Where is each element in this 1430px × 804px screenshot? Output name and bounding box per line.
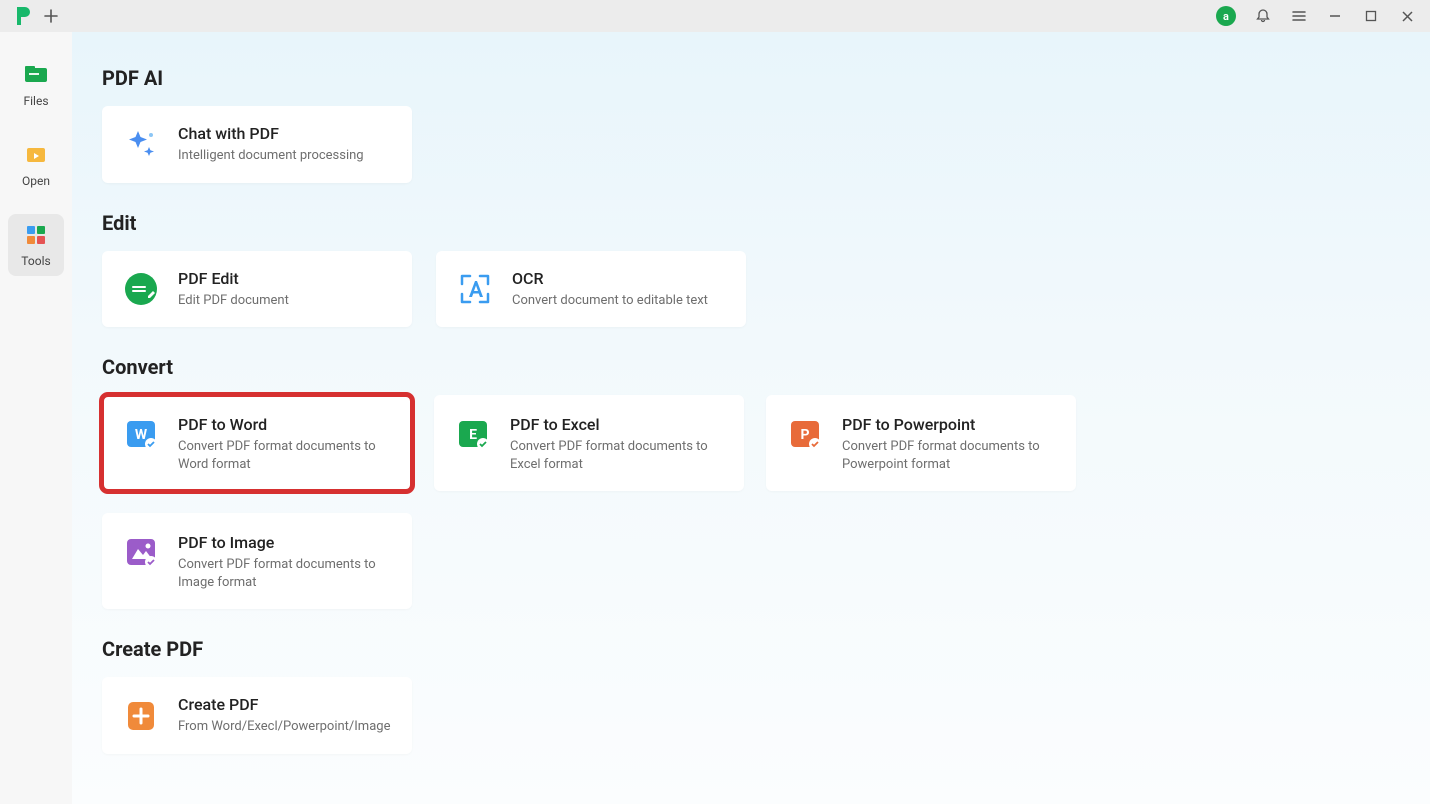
- svg-text:P: P: [800, 427, 809, 443]
- section-convert: Convert W PDF to Word Convert PDF format…: [102, 355, 1400, 609]
- pdf-edit-icon: [122, 270, 160, 308]
- card-texts: PDF to Excel Convert PDF format document…: [510, 415, 724, 473]
- card-title: PDF to Image: [178, 533, 392, 552]
- sparkle-icon: [122, 125, 160, 163]
- card-title: Chat with PDF: [178, 124, 364, 143]
- card-title: PDF to Excel: [510, 415, 724, 434]
- open-icon: [23, 142, 49, 168]
- tools-icon: [23, 222, 49, 248]
- svg-text:E: E: [469, 427, 477, 443]
- card-texts: OCR Convert document to editable text: [512, 269, 708, 310]
- sidebar: Files Open Tools: [0, 32, 72, 804]
- section-heading: Convert: [102, 355, 1400, 379]
- create-pdf-icon: [122, 697, 160, 735]
- card-desc: Convert PDF format documents to Powerpoi…: [842, 438, 1056, 473]
- card-desc: Convert PDF format documents to Word for…: [178, 438, 392, 473]
- close-button[interactable]: [1398, 7, 1416, 25]
- files-icon: [23, 62, 49, 88]
- card-texts: PDF Edit Edit PDF document: [178, 269, 289, 310]
- new-tab-button[interactable]: [42, 7, 60, 25]
- powerpoint-icon: P: [786, 415, 824, 453]
- card-create-pdf[interactable]: Create PDF From Word/Execl/Powerpoint/Im…: [102, 677, 412, 754]
- card-row: Chat with PDF Intelligent document proce…: [102, 106, 1400, 183]
- card-title: OCR: [512, 269, 708, 288]
- card-texts: PDF to Image Convert PDF format document…: [178, 533, 392, 591]
- section-heading: Edit: [102, 211, 1400, 235]
- section-create-pdf: Create PDF Create PDF From Word/Execl/Po…: [102, 637, 1400, 754]
- notifications-icon[interactable]: [1254, 7, 1272, 25]
- card-ocr[interactable]: OCR Convert document to editable text: [436, 251, 746, 328]
- card-title: Create PDF: [178, 695, 390, 714]
- card-row: W PDF to Word Convert PDF format documen…: [102, 395, 1400, 609]
- card-pdf-edit[interactable]: PDF Edit Edit PDF document: [102, 251, 412, 328]
- card-desc: Edit PDF document: [178, 292, 289, 310]
- titlebar-left: [0, 5, 60, 27]
- sidebar-item-label: Open: [22, 174, 50, 188]
- section-edit: Edit PDF Edit Edit PDF document: [102, 211, 1400, 328]
- user-avatar[interactable]: a: [1216, 6, 1236, 26]
- titlebar-right: a: [1216, 6, 1430, 26]
- card-title: PDF Edit: [178, 269, 289, 288]
- section-heading: Create PDF: [102, 637, 1400, 661]
- card-pdf-to-image[interactable]: PDF to Image Convert PDF format document…: [102, 513, 412, 609]
- titlebar: a: [0, 0, 1430, 32]
- card-texts: Chat with PDF Intelligent document proce…: [178, 124, 364, 165]
- card-row: PDF Edit Edit PDF document OCR Convert d…: [102, 251, 1400, 328]
- card-pdf-to-word[interactable]: W PDF to Word Convert PDF format documen…: [102, 395, 412, 491]
- app-logo-icon: [12, 5, 34, 27]
- main-row: Files Open Tools PDF AI: [0, 32, 1430, 804]
- card-desc: Intelligent document processing: [178, 147, 364, 165]
- card-desc: Convert document to editable text: [512, 292, 708, 310]
- sidebar-item-label: Files: [23, 94, 48, 108]
- card-desc: From Word/Execl/Powerpoint/Image: [178, 718, 390, 736]
- card-title: PDF to Word: [178, 415, 392, 434]
- card-title: PDF to Powerpoint: [842, 415, 1056, 434]
- maximize-button[interactable]: [1362, 7, 1380, 25]
- card-chat-with-pdf[interactable]: Chat with PDF Intelligent document proce…: [102, 106, 412, 183]
- image-icon: [122, 533, 160, 571]
- sidebar-item-files[interactable]: Files: [8, 54, 64, 116]
- card-texts: PDF to Word Convert PDF format documents…: [178, 415, 392, 473]
- word-icon: W: [122, 415, 160, 453]
- menu-icon[interactable]: [1290, 7, 1308, 25]
- section-heading: PDF AI: [102, 66, 1400, 90]
- card-desc: Convert PDF format documents to Excel fo…: [510, 438, 724, 473]
- card-desc: Convert PDF format documents to Image fo…: [178, 556, 392, 591]
- card-pdf-to-powerpoint[interactable]: P PDF to Powerpoint Convert PDF format d…: [766, 395, 1076, 491]
- minimize-button[interactable]: [1326, 7, 1344, 25]
- sidebar-item-tools[interactable]: Tools: [8, 214, 64, 276]
- section-pdf-ai: PDF AI Chat with PDF Intelligent documen…: [102, 66, 1400, 183]
- card-pdf-to-excel[interactable]: E PDF to Excel Convert PDF format docume…: [434, 395, 744, 491]
- excel-icon: E: [454, 415, 492, 453]
- ocr-icon: [456, 270, 494, 308]
- card-texts: Create PDF From Word/Execl/Powerpoint/Im…: [178, 695, 390, 736]
- card-texts: PDF to Powerpoint Convert PDF format doc…: [842, 415, 1056, 473]
- card-row: Create PDF From Word/Execl/Powerpoint/Im…: [102, 677, 1400, 754]
- content-area: PDF AI Chat with PDF Intelligent documen…: [72, 32, 1430, 804]
- sidebar-item-open[interactable]: Open: [8, 134, 64, 196]
- sidebar-item-label: Tools: [21, 254, 50, 268]
- svg-text:W: W: [135, 427, 148, 443]
